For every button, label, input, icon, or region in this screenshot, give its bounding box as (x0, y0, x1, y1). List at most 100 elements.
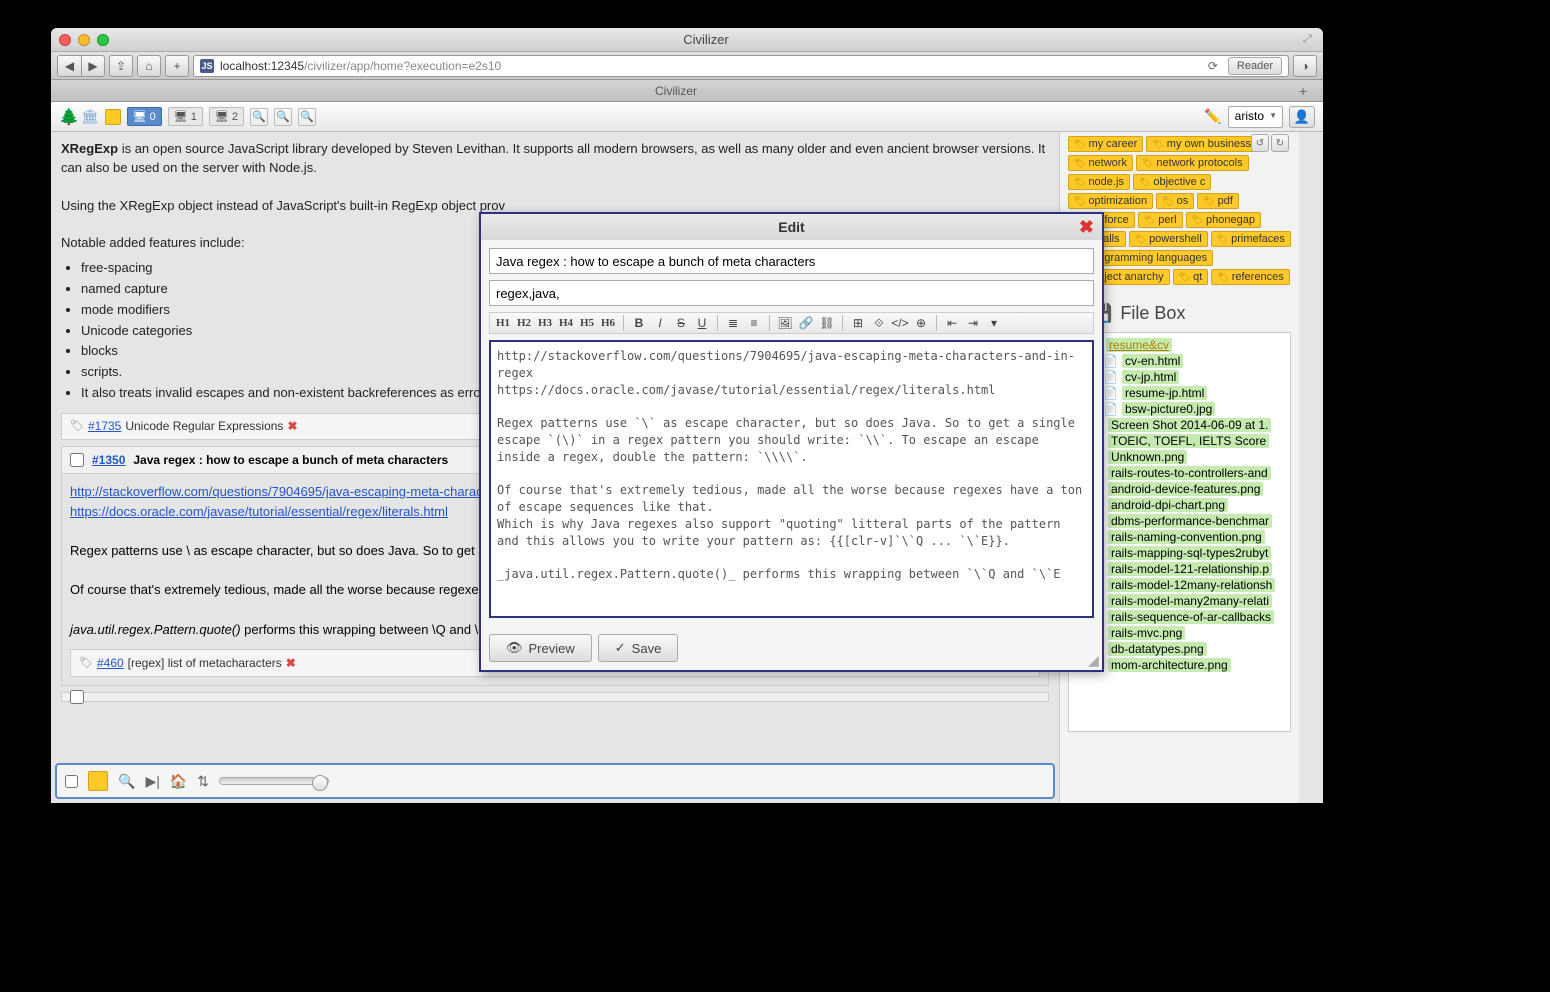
tree-row[interactable]: 📄cv-jp.html (1073, 369, 1286, 385)
tree-folder[interactable]: ▾📂resume&cv (1073, 337, 1286, 353)
panel-chip-2[interactable]: 🖥 2 (209, 107, 244, 126)
card-link-1[interactable]: http://stackoverflow.com/questions/79046… (70, 484, 509, 499)
tree-row[interactable]: 📄rails-model-12many-relationsh (1073, 577, 1286, 593)
footer-search-icon[interactable]: 🔍 (118, 773, 135, 790)
forward-button[interactable]: ▶ (81, 55, 105, 77)
resize-grip-icon[interactable]: ◢ (1088, 656, 1100, 668)
tree-row[interactable]: 📄rails-sequence-of-ar-callbacks (1073, 609, 1286, 625)
tag-chip[interactable]: pdf (1197, 193, 1239, 209)
downloads-icon[interactable]: ◑ (1293, 55, 1317, 77)
share-button[interactable]: ⇪ (109, 55, 133, 77)
search-icon-2[interactable]: 🔍 (274, 108, 292, 126)
tab-civilizer[interactable]: Civilizer (59, 84, 1293, 98)
search-icon[interactable]: 🔍 (250, 108, 268, 126)
tag-chip[interactable]: references (1211, 269, 1289, 285)
code-button[interactable]: </> (891, 314, 909, 332)
tree-row[interactable]: 📄Screen Shot 2014-06-09 at 1. (1073, 417, 1286, 433)
tree-row[interactable]: 📄android-device-features.png (1073, 481, 1286, 497)
remove-relation-icon[interactable]: ✖ (287, 418, 297, 435)
tree-row[interactable]: 📄rails-model-121-relationship.p (1073, 561, 1286, 577)
indent-button[interactable]: ⇥ (964, 314, 982, 332)
heading-4-button[interactable]: H4 (557, 314, 575, 332)
link-button[interactable]: 🔗 (797, 314, 815, 332)
bold-button[interactable]: B (630, 314, 648, 332)
add-button[interactable]: + (165, 55, 189, 77)
tags-input[interactable] (489, 280, 1094, 306)
minimize-window-icon[interactable] (78, 34, 90, 46)
remove-relation-icon[interactable]: ✖ (286, 654, 296, 672)
tree-row[interactable]: 📄mom-architecture.png (1073, 657, 1286, 673)
tag-chip[interactable]: network protocols (1136, 155, 1249, 171)
zoom-window-icon[interactable] (97, 34, 109, 46)
italic-button[interactable]: I (651, 314, 669, 332)
close-icon[interactable]: ✖ (1079, 217, 1094, 238)
underline-button[interactable]: U (693, 314, 711, 332)
footer-home-icon[interactable]: 🏠 (170, 773, 187, 790)
tag-chip[interactable]: powershell (1129, 231, 1208, 247)
close-window-icon[interactable] (59, 34, 71, 46)
tag-chip[interactable]: os (1156, 193, 1194, 209)
tree-row[interactable]: 📄rails-routes-to-controllers-and (1073, 465, 1286, 481)
panel-chip-1[interactable]: 🖥 1 (168, 107, 203, 126)
image-button[interactable]: 🖼 (776, 314, 794, 332)
new-tab-button[interactable]: + (1299, 83, 1315, 99)
card-id-link[interactable]: #1350 (92, 453, 125, 467)
home-button[interactable]: ⌂ (137, 55, 161, 77)
outdent-button[interactable]: ⇤ (943, 314, 961, 332)
tag-chip[interactable]: optimization (1068, 193, 1153, 209)
reload-icon[interactable]: ⟳ (1208, 59, 1222, 73)
tag-chip[interactable]: node.js (1068, 174, 1130, 190)
footer-sort-icon[interactable]: ⇅ (197, 773, 209, 790)
preview-button[interactable]: 👁Preview (489, 634, 592, 662)
reader-button[interactable]: Reader (1228, 57, 1282, 75)
tag-prev-icon[interactable]: ↺ (1251, 134, 1269, 152)
tag-chip[interactable]: objective c (1133, 174, 1211, 190)
tag-chip[interactable]: phonegap (1186, 212, 1261, 228)
ol-button[interactable]: ≡ (745, 314, 763, 332)
tree-row[interactable]: 📄rails-mvc.png (1073, 625, 1286, 641)
user-icon[interactable]: 👤 (1289, 106, 1315, 128)
back-button[interactable]: ◀ (57, 55, 81, 77)
footer-next-icon[interactable]: ▶| (145, 773, 159, 790)
fullscreen-icon[interactable]: ⤢ (1303, 33, 1315, 46)
title-input[interactable] (489, 248, 1094, 274)
tree-row[interactable]: 📄TOEIC, TOEFL, IELTS Score (1073, 433, 1286, 449)
special-button[interactable]: ⟐ (870, 314, 888, 332)
tree-row[interactable]: 📄cv-en.html (1073, 353, 1286, 369)
tag-chip[interactable]: network (1068, 155, 1133, 171)
ul-button[interactable]: ≣ (724, 314, 742, 332)
related-id-link[interactable]: #1735 (88, 418, 121, 435)
card-checkbox[interactable] (70, 453, 84, 467)
footer-slider[interactable] (219, 777, 329, 785)
heading-3-button[interactable]: H3 (536, 314, 554, 332)
editor-textarea[interactable]: http://stackoverflow.com/questions/79046… (489, 340, 1094, 618)
tree-row[interactable]: 📄android-dpi-chart.png (1073, 497, 1286, 513)
tag-chip[interactable]: primefaces (1211, 231, 1291, 247)
card-link-2[interactable]: https://docs.oracle.com/javase/tutorial/… (70, 504, 448, 519)
tag-chip[interactable]: qt (1173, 269, 1209, 285)
tag-chip[interactable]: my career (1068, 136, 1143, 152)
anchor-button[interactable]: ⛓ (818, 314, 836, 332)
heading-2-button[interactable]: H2 (515, 314, 533, 332)
tag-next-icon[interactable]: ↻ (1271, 134, 1289, 152)
tree-row[interactable]: 📄rails-model-many2many-relati (1073, 593, 1286, 609)
tree-row[interactable]: 📄resume-jp.html (1073, 385, 1286, 401)
strike-button[interactable]: S (672, 314, 690, 332)
card-checkbox[interactable] (70, 690, 84, 704)
tag-chip[interactable]: my own business (1146, 136, 1257, 152)
highlighter-icon[interactable]: ✏️ (1204, 108, 1221, 125)
tree-row[interactable]: 📄dbms-performance-benchmar (1073, 513, 1286, 529)
tree-row[interactable]: 📄rails-naming-convention.png (1073, 529, 1286, 545)
heading-1-button[interactable]: H1 (494, 314, 512, 332)
tag-chip[interactable]: perl (1138, 212, 1183, 228)
related-id-link-2[interactable]: #460 (97, 654, 124, 672)
table-button[interactable]: ⊞ (849, 314, 867, 332)
save-button[interactable]: ✓Save (598, 634, 679, 662)
insert-button[interactable]: ⊕ (912, 314, 930, 332)
footer-checkbox[interactable] (65, 775, 78, 788)
more-button[interactable]: ▾ (985, 314, 1003, 332)
tree-row[interactable]: 📄db-datatypes.png (1073, 641, 1286, 657)
panel-chip-0[interactable]: 🖥 0 (127, 107, 162, 126)
search-icon-3[interactable]: 🔍 (298, 108, 316, 126)
heading-6-button[interactable]: H6 (599, 314, 617, 332)
